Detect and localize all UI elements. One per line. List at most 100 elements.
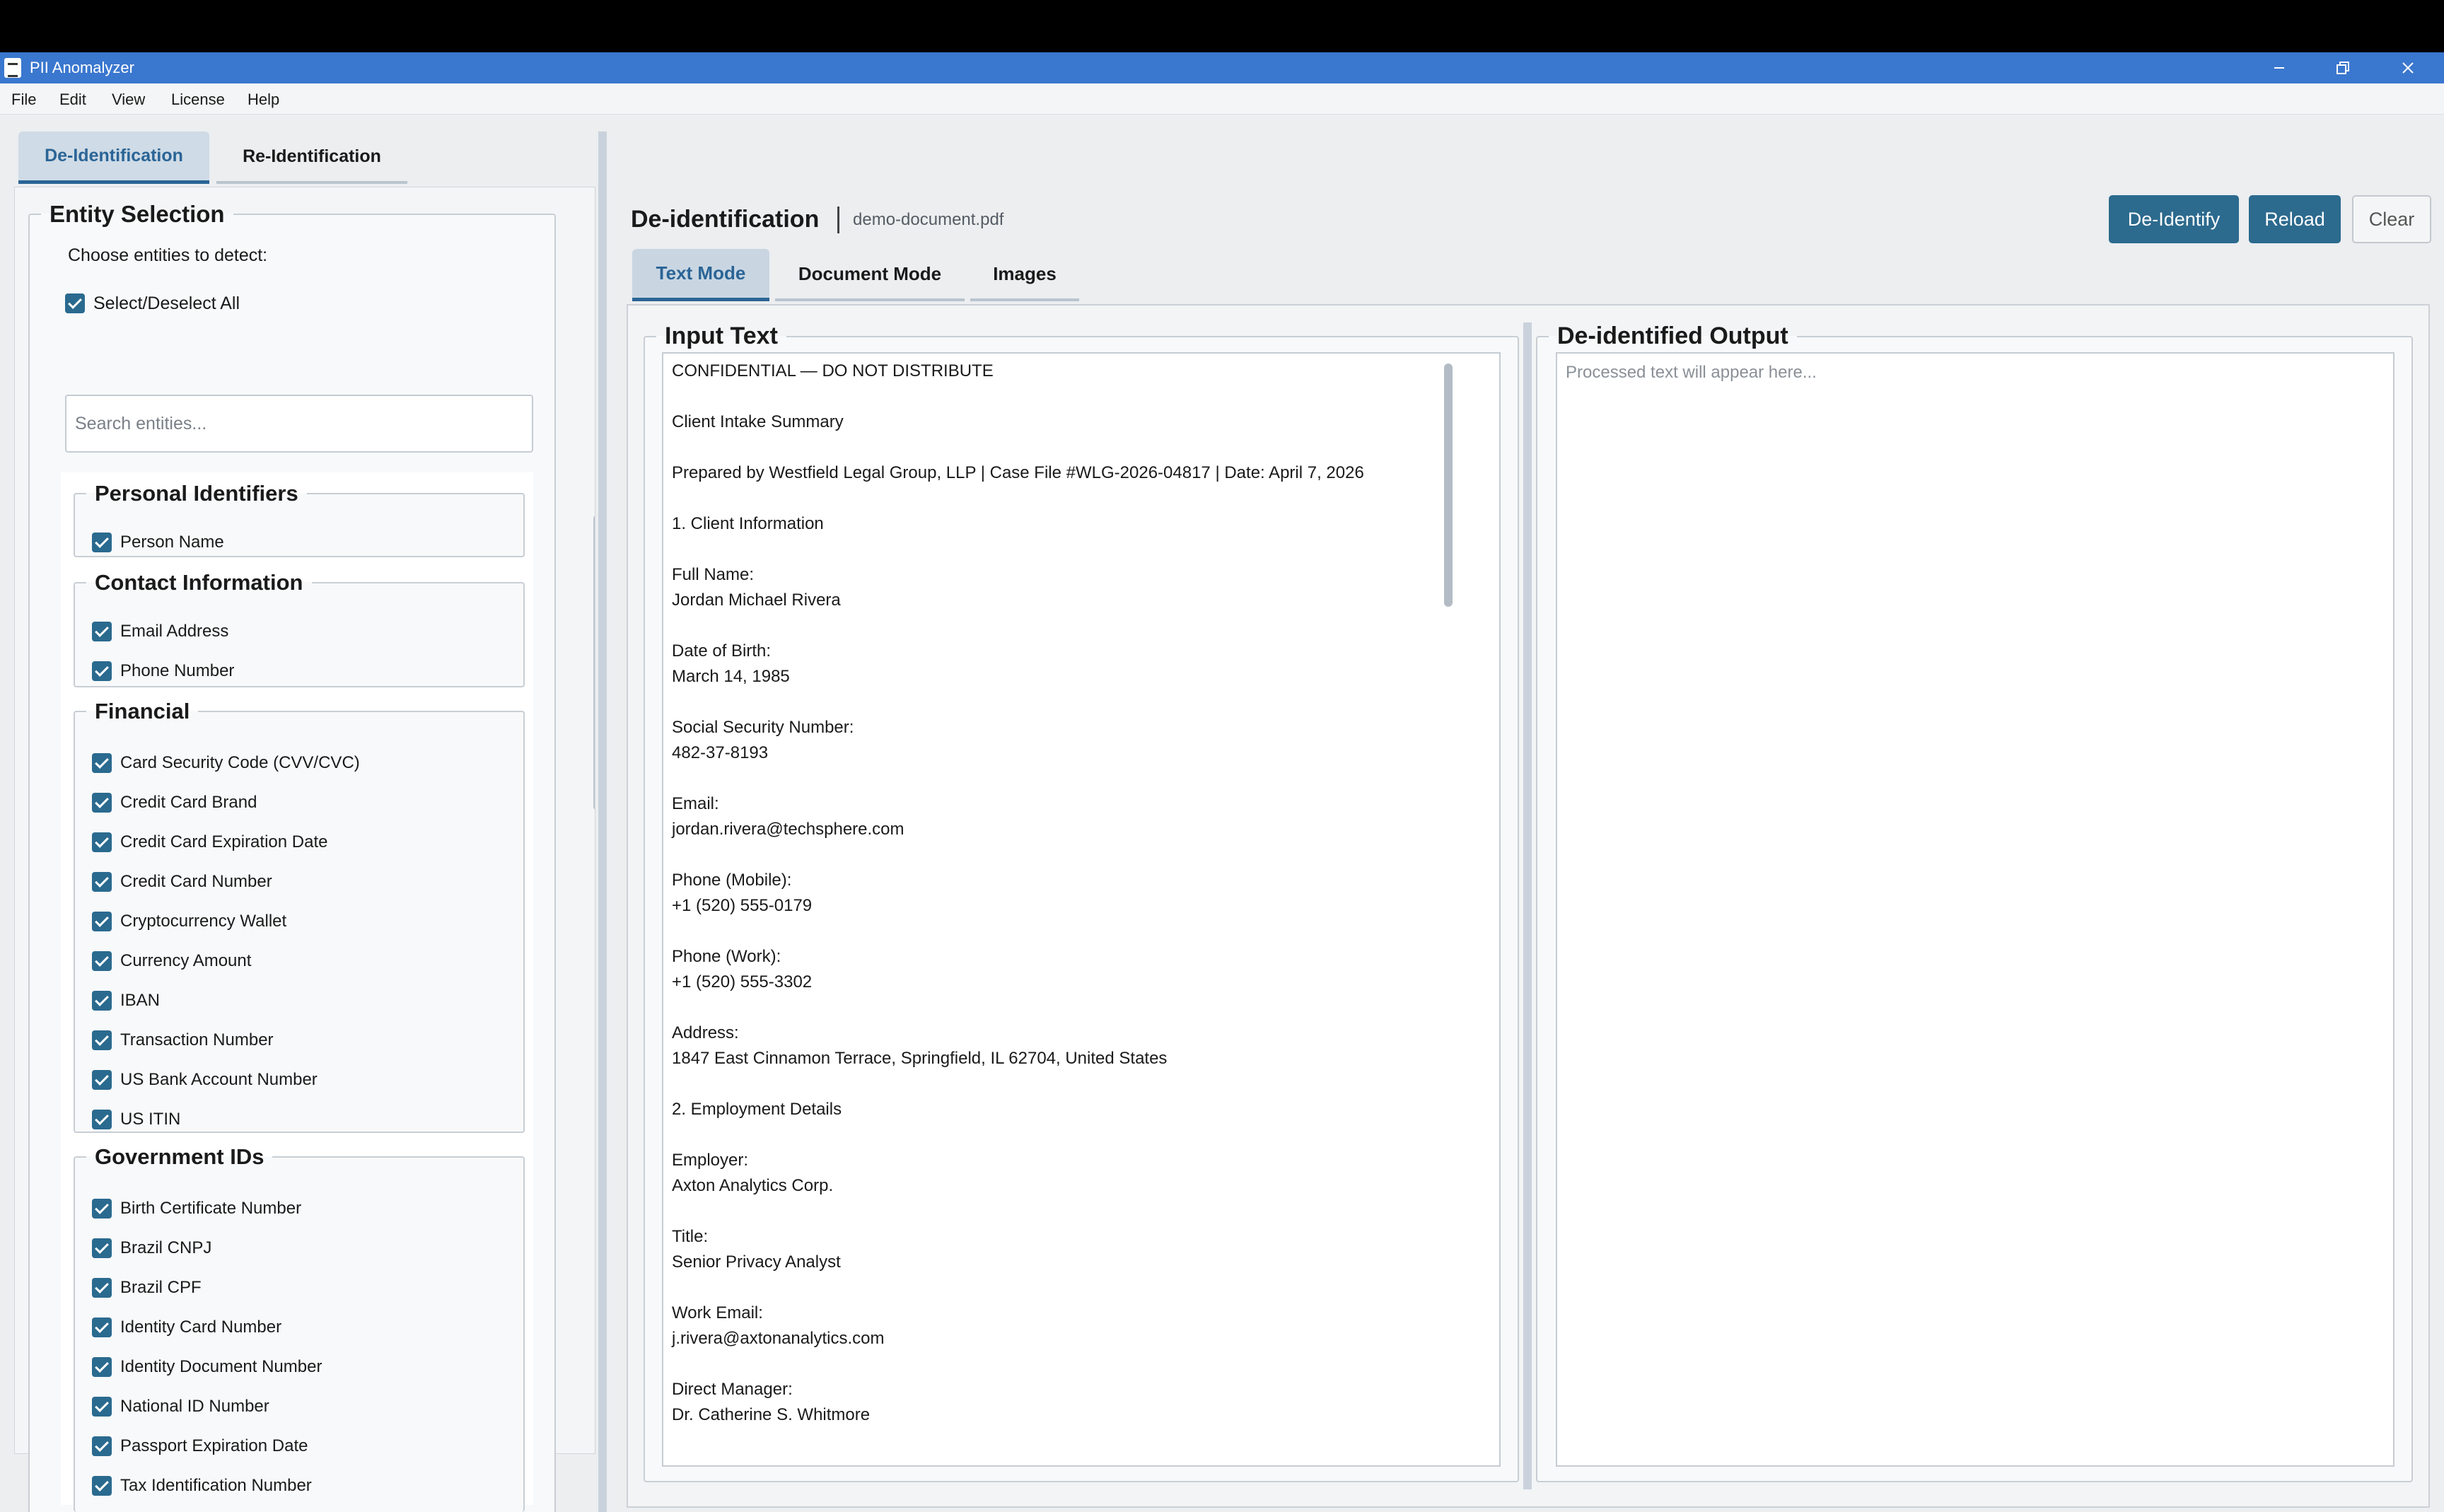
minimize-icon	[2274, 67, 2284, 69]
select-all-checkbox[interactable]: Select/Deselect All	[65, 293, 240, 314]
entity-checkbox-us-bank-account[interactable]: US Bank Account Number	[92, 1068, 318, 1092]
output-text-title: De-identified Output	[1557, 322, 1788, 349]
category-government-ids: Government IDs Birth Certificate Number …	[74, 1144, 525, 1512]
input-text-line: Axton Analytics Corp.	[672, 1176, 834, 1195]
entity-label: Brazil CPF	[120, 1278, 202, 1297]
checkbox-checked-icon	[92, 991, 112, 1011]
panel-splitter[interactable]	[598, 132, 607, 1512]
input-text-line: Direct Manager:	[672, 1380, 793, 1399]
entity-label: IBAN	[120, 991, 161, 1010]
entity-checkbox-transaction-number[interactable]: Transaction Number	[92, 1028, 274, 1052]
menu-edit[interactable]: Edit	[59, 91, 86, 109]
input-text-area[interactable]: CONFIDENTIAL — DO NOT DISTRIBUTE Client I…	[662, 352, 1501, 1467]
entity-checkbox-phone-number[interactable]: Phone Number	[92, 659, 234, 683]
entity-checkbox-identity-card[interactable]: Identity Card Number	[92, 1315, 281, 1339]
entity-checkbox-email-address[interactable]: Email Address	[92, 620, 228, 644]
checkbox-checked-icon	[92, 753, 112, 773]
input-text-title: Input Text	[665, 322, 778, 349]
menu-view[interactable]: View	[112, 91, 145, 109]
menu-help[interactable]: Help	[248, 91, 279, 109]
category-contact-information: Contact Information Email Address Phone …	[74, 570, 525, 687]
checkbox-checked-icon	[92, 1357, 112, 1377]
entity-checkbox-brazil-cpf[interactable]: Brazil CPF	[92, 1276, 202, 1300]
close-button[interactable]	[2376, 52, 2440, 83]
input-text-line: Phone (Mobile):	[672, 871, 792, 890]
checkbox-checked-icon	[92, 832, 112, 852]
entity-checkbox-currency-amount[interactable]: Currency Amount	[92, 949, 251, 973]
restore-button[interactable]	[2311, 52, 2375, 83]
checkbox-checked-icon	[92, 1278, 112, 1298]
category-title: Personal Identifiers	[95, 481, 298, 506]
entity-label: Passport Expiration Date	[120, 1436, 308, 1455]
entity-checkbox-tax-id[interactable]: Tax Identification Number	[92, 1474, 312, 1498]
entity-label: Tax Identification Number	[120, 1476, 312, 1495]
category-title: Contact Information	[95, 570, 303, 595]
input-text-line: Social Security Number:	[672, 718, 854, 737]
checkbox-checked-icon	[92, 622, 112, 641]
output-text-area[interactable]: Processed text will appear here...	[1556, 352, 2394, 1467]
checkbox-checked-icon	[92, 872, 112, 892]
search-entities-input[interactable]	[65, 395, 533, 453]
entity-checkbox-us-itin[interactable]: US ITIN	[92, 1107, 180, 1132]
entity-label: Cryptocurrency Wallet	[120, 912, 287, 931]
entity-checkbox-credit-card-expiration[interactable]: Credit Card Expiration Date	[92, 830, 327, 854]
input-text-line: Date of Birth:	[672, 641, 772, 661]
input-text-scrollbar[interactable]	[1444, 364, 1453, 607]
checkbox-checked-icon	[92, 533, 112, 552]
entity-checkbox-credit-card-brand[interactable]: Credit Card Brand	[92, 791, 257, 815]
entity-label: Credit Card Expiration Date	[120, 832, 328, 851]
entity-checkbox-cryptocurrency-wallet[interactable]: Cryptocurrency Wallet	[92, 909, 286, 934]
input-text-line: March 14, 1985	[672, 667, 790, 686]
entity-checkbox-credit-card-number[interactable]: Credit Card Number	[92, 870, 272, 894]
window-title: PII Anomalyzer	[30, 59, 134, 76]
input-text-line: Work Email:	[672, 1303, 763, 1322]
document-filename: demo-document.pdf	[853, 210, 1004, 229]
input-text-line: Jordan Michael Rivera	[672, 591, 841, 610]
entity-checkbox-passport-expiration[interactable]: Passport Expiration Date	[92, 1434, 308, 1458]
de-identify-button[interactable]: De-Identify	[2109, 195, 2239, 243]
entity-checkbox-national-id[interactable]: National ID Number	[92, 1395, 269, 1419]
entity-checkbox-brazil-cnpj[interactable]: Brazil CNPJ	[92, 1236, 211, 1260]
entity-checkbox-card-security-code[interactable]: Card Security Code (CVV/CVC)	[92, 751, 360, 775]
entity-label: Credit Card Brand	[120, 793, 257, 812]
input-text-line: Prepared by Westfield Legal Group, LLP |…	[672, 463, 1364, 482]
input-text-line: 482-37-8193	[672, 743, 769, 762]
entity-label: Email Address	[120, 622, 229, 641]
entity-checkbox-iban[interactable]: IBAN	[92, 989, 160, 1013]
reload-button[interactable]: Reload	[2249, 195, 2341, 243]
restore-icon	[2337, 62, 2349, 74]
input-text-line: +1 (520) 555-0179	[672, 896, 813, 915]
checkbox-checked-icon	[92, 1436, 112, 1456]
input-text-line: Employer:	[672, 1151, 749, 1170]
menu-file[interactable]: File	[11, 91, 36, 109]
checkbox-checked-icon	[92, 1070, 112, 1090]
checkbox-checked-icon	[92, 912, 112, 931]
tab-text-mode[interactable]: Text Mode	[632, 249, 769, 301]
entity-label: National ID Number	[120, 1397, 269, 1416]
clear-button[interactable]: Clear	[2352, 195, 2431, 243]
input-output-splitter[interactable]	[1523, 322, 1532, 1489]
input-text-line: Email:	[672, 794, 719, 813]
menu-license[interactable]: License	[171, 91, 225, 109]
input-text-line: Full Name:	[672, 565, 755, 584]
tab-re-identification[interactable]: Re-Identification	[216, 132, 407, 184]
checkbox-checked-icon	[92, 951, 112, 971]
tab-images[interactable]: Images	[970, 249, 1079, 301]
input-text-line: 2. Employment Details	[672, 1100, 842, 1119]
entity-checkbox-identity-document[interactable]: Identity Document Number	[92, 1355, 322, 1379]
app-document-icon	[4, 58, 21, 78]
checkbox-checked-icon	[92, 1030, 112, 1050]
minimize-button[interactable]	[2247, 52, 2311, 83]
checkbox-checked-icon	[92, 1110, 112, 1129]
checkbox-checked-icon	[92, 793, 112, 813]
page-title: De-identification	[631, 206, 820, 233]
input-text-line: j.rivera@axtonanalytics.com	[672, 1329, 885, 1348]
entity-checkbox-birth-certificate[interactable]: Birth Certificate Number	[92, 1197, 301, 1221]
entity-label: Transaction Number	[120, 1030, 274, 1049]
entity-label: Card Security Code (CVV/CVC)	[120, 753, 360, 772]
tab-document-mode[interactable]: Document Mode	[775, 249, 965, 301]
input-text-line: Dr. Catherine S. Whitmore	[672, 1405, 871, 1424]
entity-checkbox-person-name[interactable]: Person Name	[92, 530, 224, 554]
entity-panel-scrollbar[interactable]	[593, 514, 595, 811]
tab-de-identification[interactable]: De-Identification	[18, 132, 209, 184]
